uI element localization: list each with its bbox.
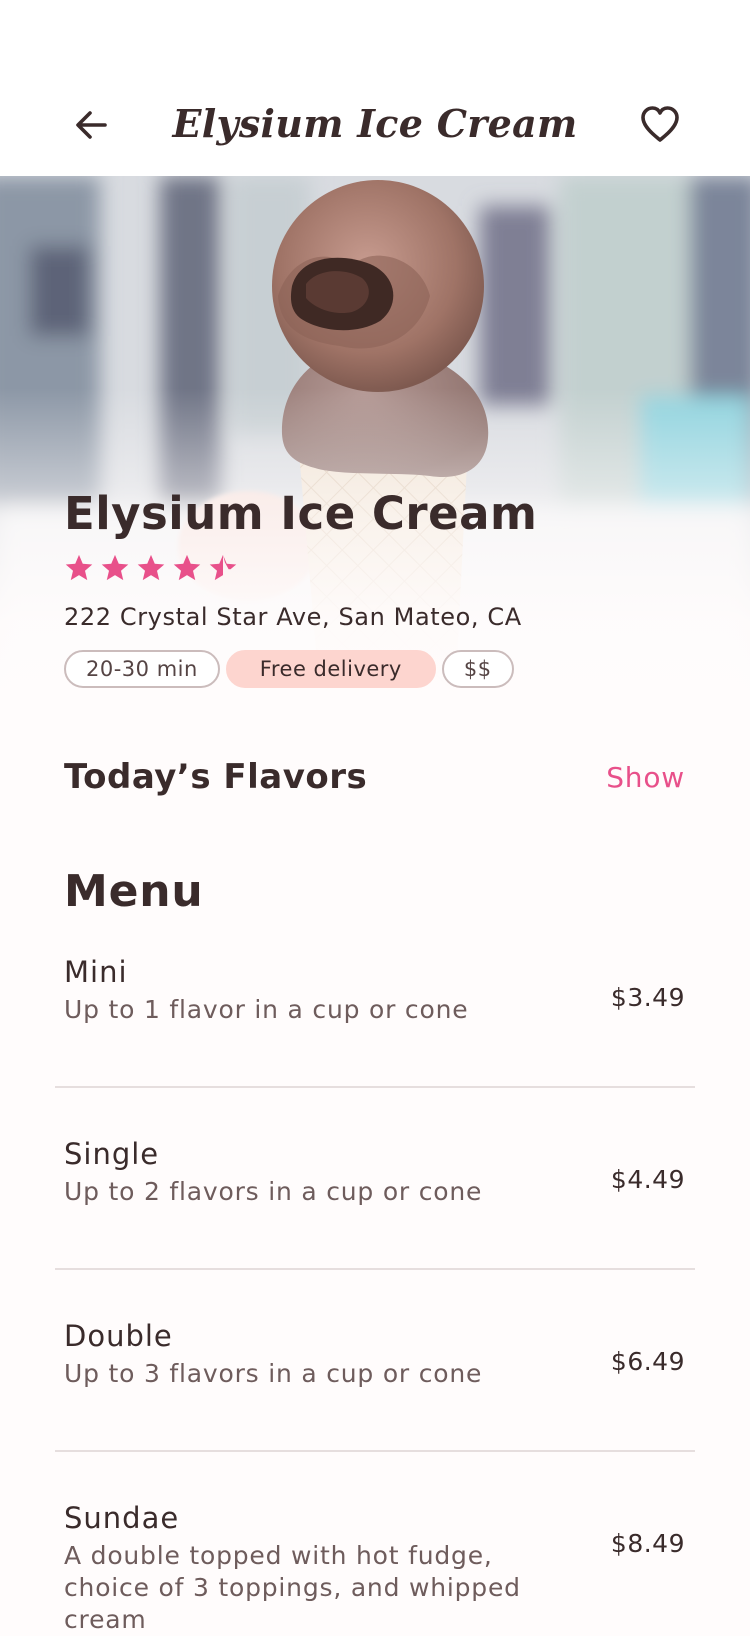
store-chips: 20-30 min Free delivery $$ <box>64 650 514 688</box>
divider <box>55 1268 695 1270</box>
menu-item-double[interactable]: Double Up to 3 flavors in a cup or cone … <box>55 1316 695 1446</box>
arrow-left-icon <box>76 111 107 139</box>
free-delivery-chip: Free delivery <box>225 650 436 688</box>
heart-outline-icon <box>641 106 679 142</box>
back-button[interactable] <box>66 100 116 150</box>
menu-title: Menu <box>64 866 204 917</box>
menu-item-name: Sundae <box>64 1501 180 1535</box>
menu-item-name: Double <box>64 1319 173 1353</box>
star-half-icon <box>209 554 237 581</box>
menu-item-name: Single <box>64 1137 160 1171</box>
delivery-time-chip: 20-30 min <box>64 650 220 688</box>
menu-item-description: Up to 2 flavors in a cup or cone <box>64 1177 483 1206</box>
price-level-chip: $$ <box>441 650 514 688</box>
menu-item-single[interactable]: Single Up to 2 flavors in a cup or cone … <box>55 1134 695 1264</box>
menu-item-price: $3.49 <box>610 983 685 1012</box>
divider <box>55 1450 695 1452</box>
menu-item-description: Up to 1 flavor in a cup or cone <box>64 995 469 1024</box>
divider <box>55 1086 695 1088</box>
menu-item-price: $4.49 <box>610 1165 685 1194</box>
star-filled-icon <box>65 554 93 581</box>
app-title: Elysium Ice Cream <box>172 101 578 146</box>
menu-item-name: Mini <box>64 955 128 989</box>
star-filled-icon <box>137 554 165 581</box>
store-name: Elysium Ice Cream <box>64 487 538 540</box>
star-filled-icon <box>101 554 129 581</box>
show-flavors-link[interactable]: Show <box>560 756 685 800</box>
menu-item-sundae[interactable]: Sundae A double topped with hot fudge, c… <box>55 1498 695 1634</box>
favorite-button[interactable] <box>634 98 686 150</box>
star-filled-icon <box>173 554 201 581</box>
menu-item-description: A double topped with hot fudge, choice o… <box>64 1541 521 1634</box>
menu-item-price: $8.49 <box>610 1529 685 1558</box>
menu-item-description: Up to 3 flavors in a cup or cone <box>64 1359 483 1388</box>
todays-flavors-title: Today’s Flavors <box>64 757 368 797</box>
menu-item-mini[interactable]: Mini Up to 1 flavor in a cup or cone $3.… <box>55 952 695 1082</box>
store-address: 222 Crystal Star Ave, San Mateo, CA <box>64 603 522 631</box>
star-rating <box>64 552 238 588</box>
menu-item-price: $6.49 <box>610 1347 685 1376</box>
app-bar: Elysium Ice Cream <box>0 0 750 176</box>
